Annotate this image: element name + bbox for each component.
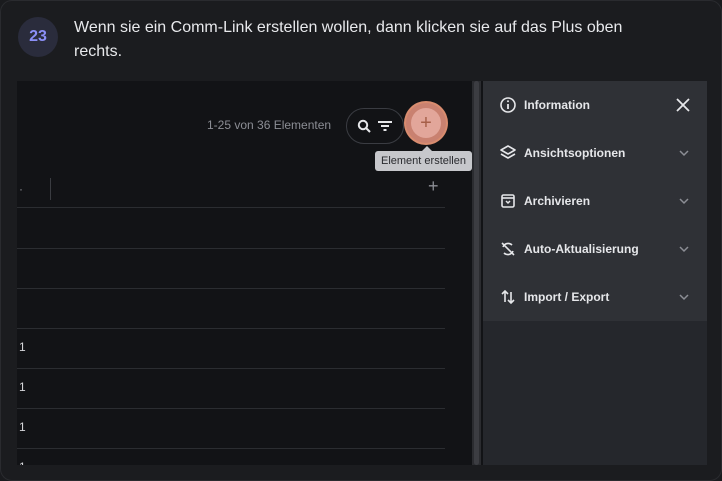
panel-item-archivieren[interactable]: Archivieren — [483, 177, 707, 225]
panel-item-information[interactable]: Information — [483, 81, 707, 129]
panel-item-import-export[interactable]: Import / Export — [483, 273, 707, 321]
info-icon — [500, 97, 516, 113]
chevron-down-icon — [679, 198, 689, 205]
chevron-down-icon — [679, 150, 689, 157]
table-row[interactable] — [17, 208, 445, 249]
table-row[interactable] — [17, 248, 445, 289]
panel-item-label: Auto-Aktualisierung — [524, 242, 639, 256]
search-icon[interactable] — [357, 119, 371, 133]
add-element-tooltip: Element erstellen — [375, 146, 472, 171]
column-divider[interactable] — [50, 178, 51, 200]
archive-icon — [501, 194, 515, 208]
panel-item-ansichtsoptionen[interactable]: Ansichtsoptionen — [483, 129, 707, 177]
add-column-icon[interactable]: + — [428, 176, 439, 197]
table-row[interactable] — [17, 288, 445, 329]
import-export-icon — [501, 289, 515, 305]
table-row[interactable]: 1 — [17, 408, 445, 449]
table-header: · + — [17, 174, 445, 208]
layers-icon — [500, 145, 516, 159]
scrollbar-thumb[interactable] — [474, 81, 479, 465]
add-element-button[interactable]: + — [406, 103, 446, 143]
chevron-down-icon — [679, 246, 689, 253]
panel-item-label: Import / Export — [524, 290, 610, 304]
column-header-fragment: · — [19, 182, 23, 196]
side-panel: Information Ansichtsoptionen Archivieren… — [483, 81, 707, 465]
scrollbar[interactable] — [472, 81, 481, 465]
search-filter-group[interactable] — [346, 108, 404, 144]
step-number-badge: 23 — [18, 17, 58, 57]
plus-icon: + — [411, 108, 441, 138]
table-row[interactable]: 1 — [17, 448, 445, 465]
app-screenshot: 1-25 von 36 Elementen + Element erstelle… — [17, 81, 707, 465]
panel-item-label: Ansichtsoptionen — [524, 146, 626, 160]
panel-item-auto-aktualisierung[interactable]: Auto-Aktualisierung — [483, 225, 707, 273]
tutorial-card: 23 Wenn sie ein Comm-Link erstellen woll… — [0, 0, 722, 481]
filter-icon[interactable] — [377, 120, 393, 132]
step-instruction: Wenn sie ein Comm-Link erstellen wollen,… — [74, 19, 623, 60]
table-row[interactable]: 1 — [17, 328, 445, 369]
refresh-off-icon — [501, 242, 515, 256]
pagination-count: 1-25 von 36 Elementen — [207, 118, 332, 132]
table-row[interactable]: 1 — [17, 368, 445, 409]
panel-item-label: Information — [524, 98, 590, 112]
close-icon[interactable] — [675, 97, 691, 113]
chevron-down-icon — [679, 294, 689, 301]
panel-item-label: Archivieren — [524, 194, 591, 208]
